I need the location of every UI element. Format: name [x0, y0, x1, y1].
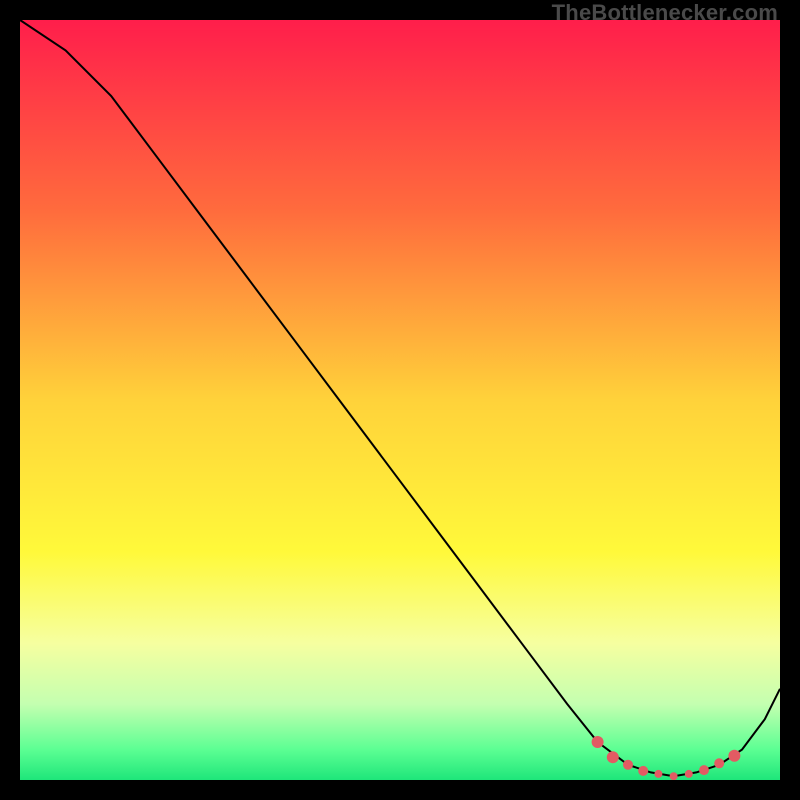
marker-point — [699, 765, 709, 775]
curve-layer — [20, 20, 780, 780]
marker-point — [623, 760, 633, 770]
marker-point — [607, 751, 619, 763]
marker-point — [592, 736, 604, 748]
marker-point — [714, 758, 724, 768]
marker-point — [654, 770, 662, 778]
marker-point — [728, 750, 740, 762]
bottleneck-curve — [20, 20, 780, 776]
plot-area — [20, 20, 780, 780]
marker-group — [592, 736, 741, 780]
marker-point — [638, 766, 648, 776]
marker-point — [670, 772, 678, 780]
marker-point — [685, 770, 693, 778]
chart-stage: TheBottlenecker.com — [0, 0, 800, 800]
